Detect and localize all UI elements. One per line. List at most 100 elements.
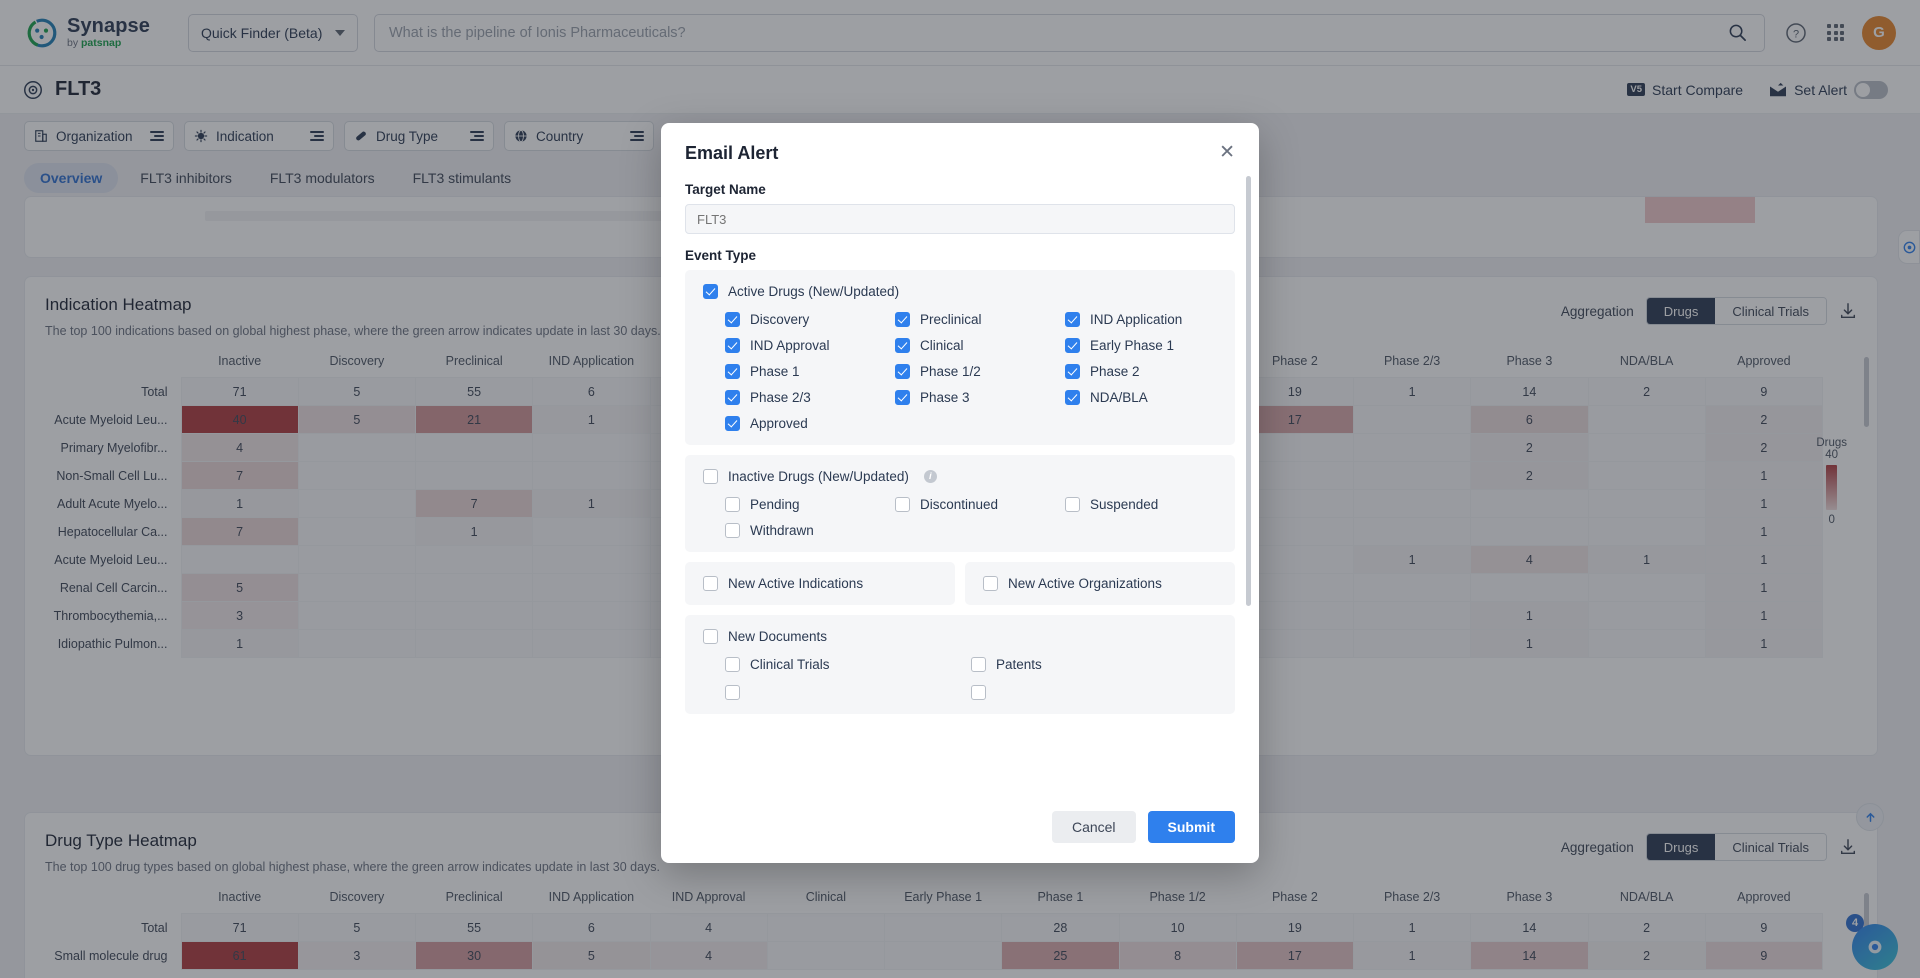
checkbox-label: New Documents bbox=[728, 629, 828, 644]
checkbox-pending[interactable]: Pending bbox=[725, 497, 895, 512]
checkbox-icon[interactable] bbox=[725, 312, 740, 327]
checkbox-discontinued[interactable]: Discontinued bbox=[895, 497, 1065, 512]
checkbox-label: Phase 3 bbox=[920, 390, 970, 405]
checkbox-label: Suspended bbox=[1090, 497, 1159, 512]
checkbox-icon[interactable] bbox=[1065, 312, 1080, 327]
checkbox-icon[interactable] bbox=[971, 685, 986, 700]
cancel-button[interactable]: Cancel bbox=[1051, 811, 1136, 843]
target-name-label: Target Name bbox=[685, 182, 766, 197]
checkbox-icon[interactable] bbox=[1065, 338, 1080, 353]
checkbox-active-drugs-new-updated[interactable]: Active Drugs (New/Updated) bbox=[703, 284, 1217, 299]
info-icon[interactable]: i bbox=[923, 470, 937, 483]
target-name-input[interactable] bbox=[685, 204, 1235, 234]
checkbox-label: New Active Organizations bbox=[1008, 576, 1162, 591]
checkbox-icon[interactable] bbox=[703, 284, 718, 299]
checkbox-new-documents[interactable]: New Documents bbox=[703, 629, 1217, 644]
event-type-groups: Active Drugs (New/Updated) Discovery Precl… bbox=[685, 270, 1235, 714]
modal-header: Email Alert ✕ bbox=[661, 123, 1259, 176]
new-active-cell: New Active Organizations bbox=[965, 562, 1235, 605]
checkbox-approved[interactable]: Approved bbox=[725, 416, 895, 431]
checkbox-label: Inactive Drugs (New/Updated) bbox=[728, 469, 909, 484]
checkbox-icon[interactable] bbox=[725, 685, 740, 700]
checkbox-icon[interactable] bbox=[1065, 390, 1080, 405]
checkbox-withdrawn[interactable]: Withdrawn bbox=[725, 523, 895, 538]
checkbox-label: IND Approval bbox=[750, 338, 830, 353]
group-active-drugs: Active Drugs (New/Updated) Discovery Precl… bbox=[685, 270, 1235, 445]
checkbox-ind-application[interactable]: IND Application bbox=[1065, 312, 1217, 327]
checkbox-label: Phase 2 bbox=[1090, 364, 1140, 379]
modal-title: Email Alert bbox=[685, 143, 779, 163]
checkbox-icon[interactable] bbox=[703, 576, 718, 591]
checkbox-label: Approved bbox=[750, 416, 808, 431]
checkbox-early-phase-1[interactable]: Early Phase 1 bbox=[1065, 338, 1217, 353]
checkbox-icon[interactable] bbox=[725, 364, 740, 379]
checkbox-label: Phase 1 bbox=[750, 364, 800, 379]
checkbox-discovery[interactable]: Discovery bbox=[725, 312, 895, 327]
checkbox-label: Pending bbox=[750, 497, 800, 512]
checkbox-icon[interactable] bbox=[895, 338, 910, 353]
checkbox-nda-bla[interactable]: NDA/BLA bbox=[1065, 390, 1217, 405]
checkbox-phase-1-2[interactable]: Phase 1/2 bbox=[895, 364, 1065, 379]
checkbox-label: New Active Indications bbox=[728, 576, 864, 591]
event-type-label: Event Type bbox=[685, 248, 757, 263]
checkbox-icon[interactable] bbox=[703, 469, 718, 484]
checkbox-label: Active Drugs (New/Updated) bbox=[728, 284, 900, 299]
checkbox-label: Discovery bbox=[750, 312, 810, 327]
modal-body: Target Name Event Type Active Drugs (New… bbox=[661, 176, 1259, 796]
checkbox-label: IND Application bbox=[1090, 312, 1183, 327]
close-icon[interactable]: ✕ bbox=[1219, 143, 1235, 162]
checkbox-icon[interactable] bbox=[971, 657, 986, 672]
checkbox-icon[interactable] bbox=[725, 416, 740, 431]
checkbox-label: Phase 1/2 bbox=[920, 364, 981, 379]
group-inactive-drugs: Inactive Drugs (New/Updated) i Pending Disc… bbox=[685, 455, 1235, 552]
checkbox-icon[interactable] bbox=[1065, 497, 1080, 512]
checkbox-icon[interactable] bbox=[725, 390, 740, 405]
new-active-cell: New Active Indications bbox=[685, 562, 955, 605]
checkbox-icon[interactable] bbox=[1065, 364, 1080, 379]
checkbox-phase-3[interactable]: Phase 3 bbox=[895, 390, 1065, 405]
checkbox-phase-2-3[interactable]: Phase 2/3 bbox=[725, 390, 895, 405]
group-new-documents-options-overflow bbox=[725, 685, 1217, 700]
checkbox-label: Preclinical bbox=[920, 312, 982, 327]
checkbox-new-active-organizations[interactable]: New Active Organizations bbox=[983, 576, 1217, 591]
checkbox-icon[interactable] bbox=[725, 657, 740, 672]
checkbox-clinical-trials[interactable]: Clinical Trials bbox=[725, 657, 971, 672]
checkbox-icon[interactable] bbox=[725, 338, 740, 353]
checkbox-ind-approval[interactable]: IND Approval bbox=[725, 338, 895, 353]
checkbox-new-active-indications[interactable]: New Active Indications bbox=[703, 576, 937, 591]
checkbox-patents[interactable]: Patents bbox=[971, 657, 1217, 672]
checkbox-label: NDA/BLA bbox=[1090, 390, 1148, 405]
email-alert-modal: Email Alert ✕ Target Name Event Type Act… bbox=[661, 123, 1259, 863]
checkbox-preclinical[interactable]: Preclinical bbox=[895, 312, 1065, 327]
checkbox-label: Patents bbox=[996, 657, 1042, 672]
checkbox-icon[interactable] bbox=[725, 497, 740, 512]
modal-footer: Cancel Submit bbox=[661, 796, 1259, 863]
checkbox-icon[interactable] bbox=[895, 390, 910, 405]
group-new-documents-options: Clinical Trials Patents bbox=[725, 657, 1217, 672]
checkbox-icon[interactable] bbox=[725, 523, 740, 538]
group-new-documents: New Documents Clinical Trials Patents bbox=[685, 615, 1235, 714]
checkbox-icon[interactable] bbox=[703, 629, 718, 644]
modal-scroll-content: Target Name Event Type Active Drugs (New… bbox=[685, 176, 1235, 796]
group-active-drugs-options: Discovery Preclinical IND Application IND A… bbox=[725, 312, 1217, 431]
checkbox-clinical[interactable]: Clinical bbox=[895, 338, 1065, 353]
checkbox-icon[interactable] bbox=[895, 364, 910, 379]
checkbox-label: Phase 2/3 bbox=[750, 390, 811, 405]
checkbox-icon[interactable] bbox=[895, 312, 910, 327]
checkbox-inactive-drugs-new-updated[interactable]: Inactive Drugs (New/Updated) i bbox=[703, 469, 1217, 484]
modal-vertical-scrollbar[interactable] bbox=[1246, 176, 1251, 606]
checkbox-phase-1[interactable]: Phase 1 bbox=[725, 364, 895, 379]
checkbox-label: Clinical bbox=[920, 338, 964, 353]
checkbox-phase-2[interactable]: Phase 2 bbox=[1065, 364, 1217, 379]
checkbox-suspended[interactable]: Suspended bbox=[1065, 497, 1217, 512]
checkbox-[interactable] bbox=[725, 685, 971, 700]
checkbox-label: Early Phase 1 bbox=[1090, 338, 1175, 353]
new-active-row: New Active Indications New Active Organiz… bbox=[685, 562, 1235, 605]
group-inactive-drugs-options: Pending Discontinued Suspended Withdrawn bbox=[725, 497, 1217, 538]
submit-button[interactable]: Submit bbox=[1147, 811, 1235, 843]
checkbox-icon[interactable] bbox=[895, 497, 910, 512]
checkbox-[interactable] bbox=[971, 685, 1217, 700]
checkbox-label: Discontinued bbox=[920, 497, 999, 512]
checkbox-icon[interactable] bbox=[983, 576, 998, 591]
checkbox-label: Withdrawn bbox=[750, 523, 814, 538]
